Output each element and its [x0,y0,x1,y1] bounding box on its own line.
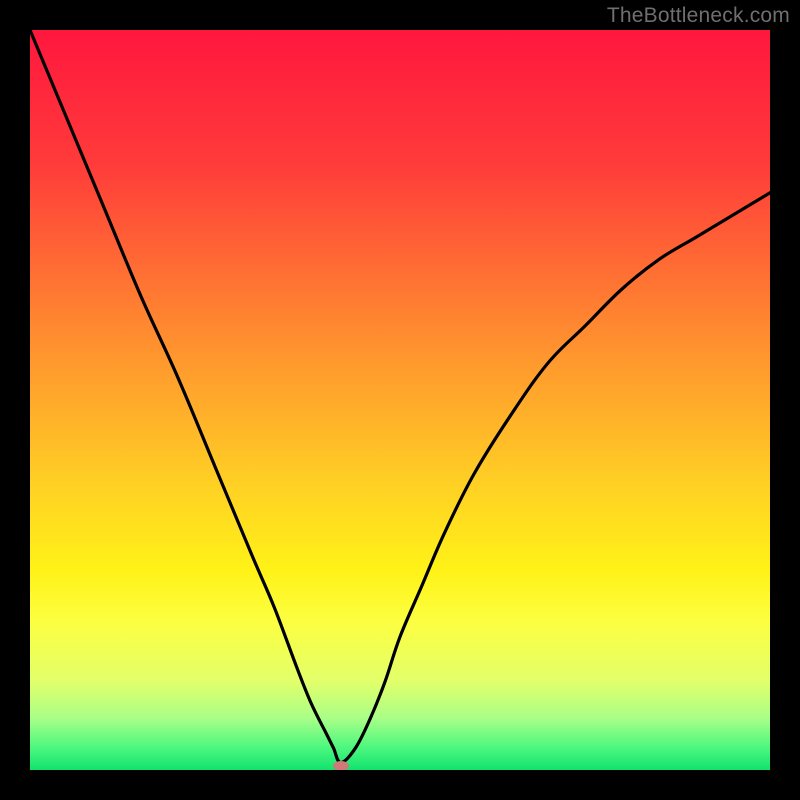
plot-area [30,30,770,770]
watermark-text: TheBottleneck.com [607,4,790,28]
optimal-point-marker [333,761,349,770]
bottleneck-curve [30,30,770,770]
chart-frame: TheBottleneck.com [0,0,800,800]
